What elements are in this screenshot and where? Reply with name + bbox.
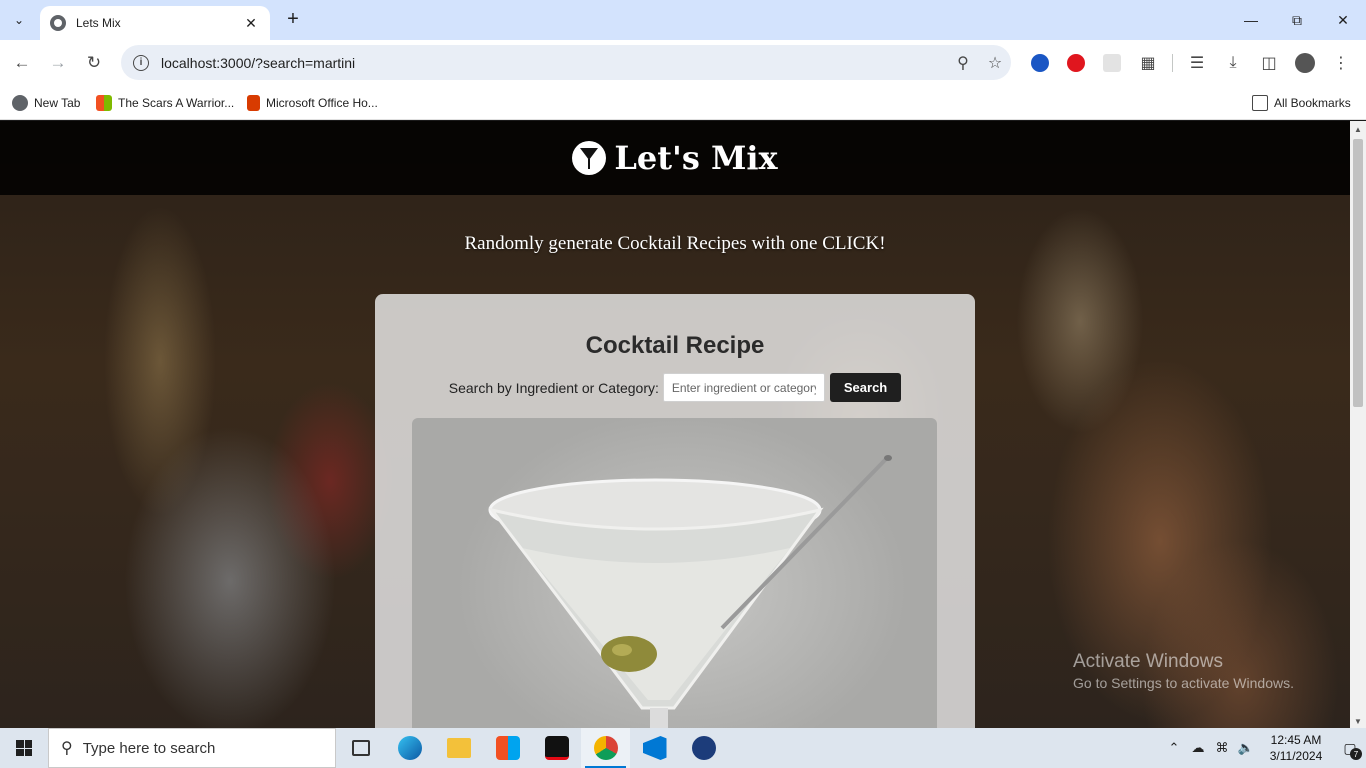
all-bookmarks-button[interactable]: All Bookmarks (1252, 92, 1351, 114)
onedrive-icon[interactable]: ☁ (1186, 740, 1210, 756)
taskbar-apps (336, 728, 728, 768)
browser-toolbar: ← → ↻ i localhost:3000/?search=martini ⚲… (0, 40, 1366, 86)
office-icon (247, 95, 260, 111)
app-bird-icon[interactable] (679, 728, 728, 768)
windows-logo-icon (96, 95, 112, 111)
globe-icon (12, 95, 28, 111)
site-tagline: Randomly generate Cocktail Recipes with … (464, 233, 886, 254)
notification-center-icon[interactable]: ▢ 7 (1334, 728, 1366, 768)
forward-arrow-icon[interactable]: → (45, 50, 71, 76)
search-label: Search by Ingredient or Category: (448, 379, 659, 396)
tab-favicon-icon (50, 15, 66, 31)
bookmark-label: Microsoft Office Ho... (266, 96, 378, 110)
reload-icon[interactable]: ↻ (81, 50, 107, 76)
back-arrow-icon[interactable]: ← (9, 50, 35, 76)
network-icon[interactable]: ⌘ (1210, 740, 1234, 756)
new-tab-plus-icon[interactable]: + (282, 8, 304, 30)
window-controls: — ⧉ ✕ (1228, 0, 1366, 40)
site-header: Let's Mix (0, 121, 1350, 195)
extension-blue-icon[interactable] (1022, 50, 1058, 76)
file-explorer-icon[interactable] (434, 728, 483, 768)
drink-image (412, 418, 937, 728)
taskbar-search-box[interactable]: ⚲ Type here to search (48, 728, 336, 768)
close-window-icon[interactable]: ✕ (1320, 0, 1366, 40)
extensions-row: ▦ ☰ ⤓ ◫ ⋮ (1022, 50, 1359, 76)
search-form: Search by Ingredient or Category: Search (375, 373, 975, 402)
windows-start-icon (16, 740, 32, 756)
scroll-up-icon[interactable]: ▲ (1353, 125, 1363, 134)
page-scrollbar[interactable]: ▲ ▼ (1350, 121, 1366, 728)
watermark-title: Activate Windows (1073, 651, 1223, 672)
task-view-icon[interactable] (336, 728, 385, 768)
taskbar-clock[interactable]: 12:45 AM 3/11/2024 (1258, 732, 1334, 764)
browser-menu-icon[interactable]: ⋮ (1323, 50, 1359, 76)
watermark-subtitle: Go to Settings to activate Windows. (1073, 675, 1294, 691)
search-icon: ⚲ (61, 740, 73, 757)
zoom-magnifier-icon[interactable]: ⚲ (947, 47, 979, 79)
edge-browser-icon[interactable] (385, 728, 434, 768)
minimize-icon[interactable]: — (1228, 0, 1274, 40)
site-info-icon[interactable]: i (133, 54, 149, 71)
bookmark-label: The Scars A Warrior... (118, 96, 235, 110)
tab-title: Lets Mix (76, 16, 121, 30)
vscode-icon[interactable] (630, 728, 679, 768)
activate-windows-watermark: Activate Windows Go to Settings to activ… (1073, 651, 1294, 691)
chrome-icon[interactable] (581, 728, 630, 768)
address-url[interactable]: localhost:3000/?search=martini (161, 55, 947, 71)
bookmark-label: New Tab (34, 96, 81, 110)
recipe-card: Cocktail Recipe Search by Ingredient or … (375, 294, 975, 728)
tab-close-icon[interactable]: ✕ (242, 15, 260, 32)
extension-grey-icon[interactable] (1094, 50, 1130, 76)
taskbar-search-placeholder: Type here to search (82, 739, 216, 757)
profile-avatar-icon[interactable] (1287, 50, 1323, 76)
search-input[interactable] (662, 373, 825, 402)
bookmark-scars-warrior[interactable]: The Scars A Warrior... (96, 92, 234, 114)
clock-date: 3/11/2024 (1269, 749, 1323, 763)
site-brand: Let's Mix (614, 139, 778, 177)
notification-badge: 7 (1350, 748, 1362, 760)
toolbar-separator (1172, 54, 1173, 72)
browser-tabstrip: ⌄ Lets Mix ✕ + — ⧉ ✕ (0, 0, 1366, 40)
clock-time: 12:45 AM (1270, 733, 1322, 747)
bookmark-new-tab[interactable]: New Tab (12, 92, 80, 114)
extension-red-icon[interactable] (1058, 50, 1094, 76)
bookmark-star-icon[interactable]: ☆ (979, 47, 1011, 79)
start-button[interactable] (0, 728, 48, 768)
all-bookmarks-label: All Bookmarks (1274, 96, 1351, 110)
system-tray: ⌃ ☁ ⌘ 🔈 12:45 AM 3/11/2024 ▢ 7 (1162, 728, 1366, 768)
martini-glass-icon (488, 455, 892, 728)
scroll-down-icon[interactable]: ▼ (1353, 717, 1363, 726)
downloads-icon[interactable]: ⤓ (1215, 50, 1251, 76)
netflix-icon[interactable] (532, 728, 581, 768)
media-queue-icon[interactable]: ☰ (1179, 50, 1215, 76)
address-bar[interactable]: i localhost:3000/?search=martini ⚲ ☆ (121, 45, 1011, 80)
folder-icon (1252, 95, 1268, 111)
bookmarks-bar: New Tab The Scars A Warrior... Microsoft… (0, 86, 1366, 120)
show-hidden-icons-chevron-icon[interactable]: ⌃ (1162, 740, 1186, 756)
windows-taskbar: ⚲ Type here to search ⌃ ☁ ⌘ 🔈 12:45 AM 3… (0, 728, 1366, 768)
browser-tab[interactable]: Lets Mix ✕ (40, 6, 270, 40)
volume-icon[interactable]: 🔈 (1234, 740, 1258, 756)
scroll-thumb[interactable] (1353, 139, 1363, 407)
microsoft-store-icon[interactable] (483, 728, 532, 768)
side-panel-icon[interactable]: ◫ (1251, 50, 1287, 76)
card-title: Cocktail Recipe (585, 332, 765, 359)
page-viewport: Let's Mix Randomly generate Cocktail Rec… (0, 121, 1350, 728)
extensions-puzzle-icon[interactable]: ▦ (1130, 50, 1166, 76)
tab-search-chevron-icon[interactable]: ⌄ (6, 8, 32, 32)
cocktail-logo-icon (572, 141, 607, 175)
bookmark-microsoft-office[interactable]: Microsoft Office Ho... (247, 92, 378, 114)
search-button[interactable]: Search (829, 373, 902, 402)
restore-icon[interactable]: ⧉ (1274, 0, 1320, 40)
